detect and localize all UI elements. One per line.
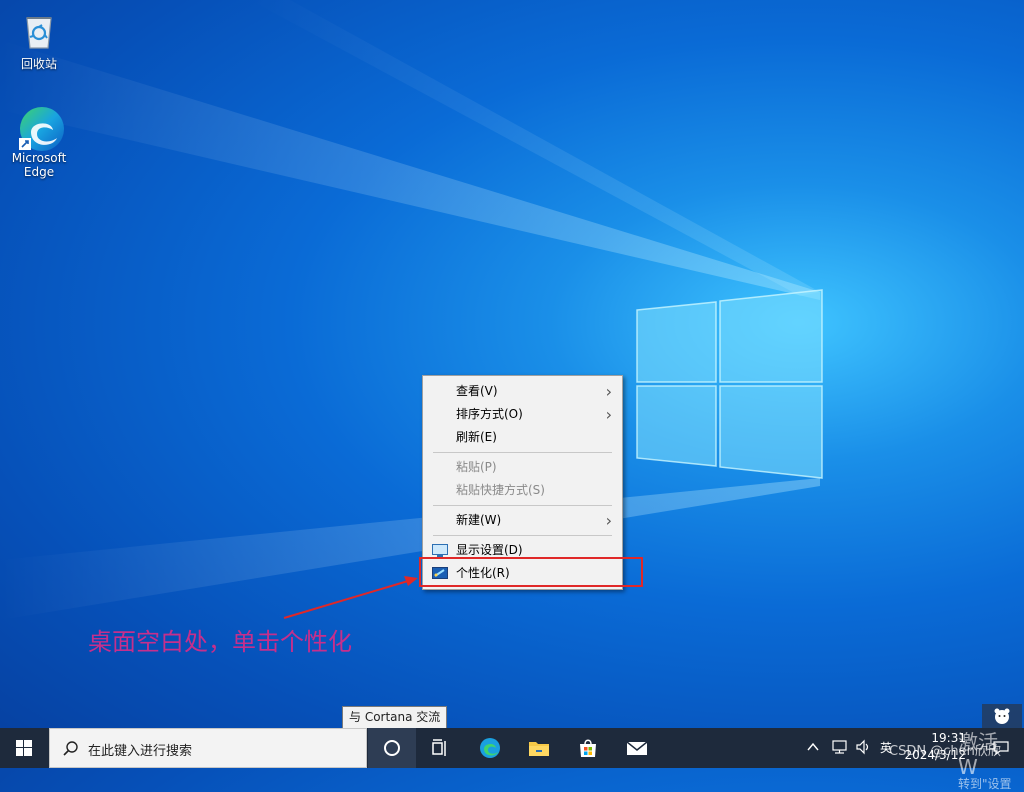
menu-item-label: 新建(W) [456, 513, 502, 527]
menu-item-view[interactable]: 查看(V) › [423, 380, 622, 403]
desktop-icon-label: Microsoft Edge [11, 151, 67, 179]
file-explorer-icon [529, 742, 549, 756]
chevron-right-icon: › [605, 511, 612, 530]
cortana-button[interactable] [368, 728, 416, 768]
search-icon [63, 741, 78, 756]
desktop-icon-recycle-bin[interactable]: 回收站 [4, 8, 74, 72]
file-explorer-button[interactable] [515, 728, 563, 768]
desktop-icon-edge[interactable]: Microsoft Edge [4, 104, 74, 179]
mail-button[interactable] [613, 728, 661, 768]
network-icon[interactable] [831, 739, 849, 755]
menu-separator [433, 535, 612, 536]
cortana-tooltip: 与 Cortana 交流 [342, 706, 448, 729]
task-view-button[interactable] [416, 728, 464, 768]
cortana-icon [384, 740, 400, 756]
csdn-watermark: CSDN @chen欣欣 [889, 744, 1001, 759]
menu-item-refresh[interactable]: 刷新(E) [423, 426, 622, 449]
taskbar-edge-button[interactable] [466, 728, 514, 768]
start-button[interactable] [0, 728, 48, 768]
mail-icon [626, 741, 648, 755]
store-icon [580, 739, 596, 757]
annotation-highlight-box [419, 557, 643, 587]
edge-icon [480, 738, 500, 758]
task-view-icon [432, 739, 446, 756]
chevron-up-icon[interactable] [806, 740, 820, 754]
menu-item-label: 粘贴(P) [456, 460, 497, 474]
edge-icon [17, 104, 64, 151]
volume-icon[interactable] [855, 739, 873, 755]
annotation-text: 桌面空白处，单击个性化 [88, 628, 352, 656]
menu-item-sort-by[interactable]: 排序方式(O) › [423, 403, 622, 426]
menu-separator [433, 452, 612, 453]
display-settings-icon [432, 544, 448, 557]
desktop-icon-label: 回收站 [20, 57, 57, 71]
taskbar-search-box[interactable]: 在此键入进行搜索 [49, 728, 367, 768]
wallpaper-windows-logo [636, 289, 823, 479]
watermark-subtitle: 转到"设置 [958, 777, 1012, 791]
taskbar: 在此键入进行搜索 英 19:31 2024/3/12 [0, 728, 1024, 768]
recycle-bin-icon [17, 8, 61, 52]
menu-item-label: 排序方式(O) [456, 407, 523, 421]
chevron-right-icon: › [605, 382, 612, 401]
menu-item-label: 刷新(E) [456, 430, 497, 444]
menu-item-label: 查看(V) [456, 384, 498, 398]
menu-item-label: 显示设置(D) [456, 543, 523, 557]
search-placeholder: 在此键入进行搜索 [88, 744, 193, 759]
store-button[interactable] [564, 728, 612, 768]
menu-item-new[interactable]: 新建(W) › [423, 509, 622, 532]
activation-watermark: 激活 W 转到"设置 [958, 726, 1024, 792]
mascot-icon [982, 704, 1022, 728]
menu-item-label: 粘贴快捷方式(S) [456, 483, 545, 497]
menu-separator [433, 505, 612, 506]
menu-item-paste: 粘贴(P) [423, 456, 622, 479]
windows-start-icon [16, 740, 32, 756]
chevron-right-icon: › [605, 405, 612, 424]
menu-item-paste-shortcut: 粘贴快捷方式(S) [423, 479, 622, 502]
